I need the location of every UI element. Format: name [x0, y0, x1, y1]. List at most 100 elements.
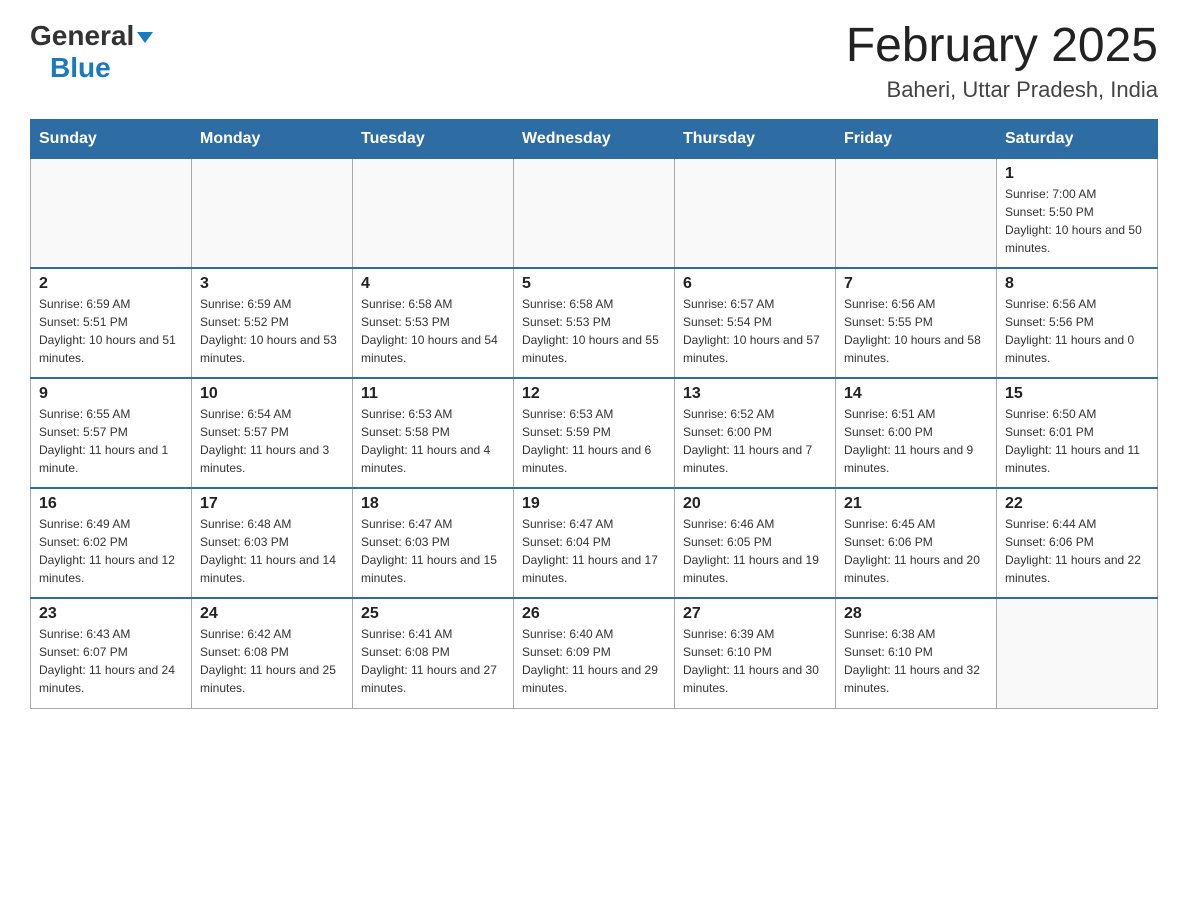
day-info: Sunrise: 6:49 AM Sunset: 6:02 PM Dayligh… [39, 515, 183, 587]
day-number: 20 [683, 495, 827, 513]
day-info: Sunrise: 6:39 AM Sunset: 6:10 PM Dayligh… [683, 625, 827, 697]
calendar-week-row: 9 Sunrise: 6:55 AM Sunset: 5:57 PM Daylig… [31, 378, 1158, 488]
table-row [353, 158, 514, 268]
day-number: 26 [522, 605, 666, 623]
day-number: 19 [522, 495, 666, 513]
table-row: 14 Sunrise: 6:51 AM Sunset: 6:00 PM Dayli… [836, 378, 997, 488]
day-info: Sunrise: 6:55 AM Sunset: 5:57 PM Dayligh… [39, 405, 183, 477]
table-row [192, 158, 353, 268]
day-info: Sunrise: 6:53 AM Sunset: 5:59 PM Dayligh… [522, 405, 666, 477]
day-number: 11 [361, 385, 505, 403]
day-info: Sunrise: 6:38 AM Sunset: 6:10 PM Dayligh… [844, 625, 988, 697]
table-row: 12 Sunrise: 6:53 AM Sunset: 5:59 PM Dayli… [514, 378, 675, 488]
col-friday: Friday [836, 119, 997, 158]
calendar-table: Sunday Monday Tuesday Wednesday Thursday… [30, 119, 1158, 709]
page-header: General Blue February 2025 Baheri, Uttar… [30, 20, 1158, 103]
table-row: 9 Sunrise: 6:55 AM Sunset: 5:57 PM Daylig… [31, 378, 192, 488]
table-row: 17 Sunrise: 6:48 AM Sunset: 6:03 PM Dayli… [192, 488, 353, 598]
title-section: February 2025 Baheri, Uttar Pradesh, Ind… [846, 20, 1158, 103]
col-thursday: Thursday [675, 119, 836, 158]
day-number: 16 [39, 495, 183, 513]
day-info: Sunrise: 6:45 AM Sunset: 6:06 PM Dayligh… [844, 515, 988, 587]
day-info: Sunrise: 7:00 AM Sunset: 5:50 PM Dayligh… [1005, 185, 1149, 257]
day-info: Sunrise: 6:50 AM Sunset: 6:01 PM Dayligh… [1005, 405, 1149, 477]
day-number: 2 [39, 275, 183, 293]
day-info: Sunrise: 6:53 AM Sunset: 5:58 PM Dayligh… [361, 405, 505, 477]
day-info: Sunrise: 6:48 AM Sunset: 6:03 PM Dayligh… [200, 515, 344, 587]
table-row: 24 Sunrise: 6:42 AM Sunset: 6:08 PM Dayli… [192, 598, 353, 708]
logo: General Blue [30, 20, 153, 84]
day-info: Sunrise: 6:47 AM Sunset: 6:04 PM Dayligh… [522, 515, 666, 587]
table-row: 3 Sunrise: 6:59 AM Sunset: 5:52 PM Daylig… [192, 268, 353, 378]
table-row: 22 Sunrise: 6:44 AM Sunset: 6:06 PM Dayli… [997, 488, 1158, 598]
table-row: 28 Sunrise: 6:38 AM Sunset: 6:10 PM Dayli… [836, 598, 997, 708]
day-info: Sunrise: 6:58 AM Sunset: 5:53 PM Dayligh… [361, 295, 505, 367]
day-number: 23 [39, 605, 183, 623]
calendar-week-row: 2Sunrise: 6:59 AM Sunset: 5:51 PM Daylig… [31, 268, 1158, 378]
day-number: 7 [844, 275, 988, 293]
day-number: 22 [1005, 495, 1149, 513]
day-number: 6 [683, 275, 827, 293]
day-number: 4 [361, 275, 505, 293]
table-row: 15 Sunrise: 6:50 AM Sunset: 6:01 PM Dayli… [997, 378, 1158, 488]
table-row [675, 158, 836, 268]
day-number: 18 [361, 495, 505, 513]
table-row: 18 Sunrise: 6:47 AM Sunset: 6:03 PM Dayli… [353, 488, 514, 598]
col-wednesday: Wednesday [514, 119, 675, 158]
calendar-header-row: Sunday Monday Tuesday Wednesday Thursday… [31, 119, 1158, 158]
day-number: 3 [200, 275, 344, 293]
calendar-week-row: 1Sunrise: 7:00 AM Sunset: 5:50 PM Daylig… [31, 158, 1158, 268]
day-info: Sunrise: 6:41 AM Sunset: 6:08 PM Dayligh… [361, 625, 505, 697]
day-number: 9 [39, 385, 183, 403]
day-number: 27 [683, 605, 827, 623]
day-number: 12 [522, 385, 666, 403]
table-row: 23 Sunrise: 6:43 AM Sunset: 6:07 PM Dayli… [31, 598, 192, 708]
table-row: 4 Sunrise: 6:58 AM Sunset: 5:53 PM Daylig… [353, 268, 514, 378]
day-info: Sunrise: 6:56 AM Sunset: 5:56 PM Dayligh… [1005, 295, 1149, 367]
table-row: 7 Sunrise: 6:56 AM Sunset: 5:55 PM Daylig… [836, 268, 997, 378]
day-info: Sunrise: 6:51 AM Sunset: 6:00 PM Dayligh… [844, 405, 988, 477]
day-number: 17 [200, 495, 344, 513]
day-info: Sunrise: 6:46 AM Sunset: 6:05 PM Dayligh… [683, 515, 827, 587]
day-info: Sunrise: 6:57 AM Sunset: 5:54 PM Dayligh… [683, 295, 827, 367]
table-row: 27 Sunrise: 6:39 AM Sunset: 6:10 PM Dayli… [675, 598, 836, 708]
day-info: Sunrise: 6:40 AM Sunset: 6:09 PM Dayligh… [522, 625, 666, 697]
table-row: 1Sunrise: 7:00 AM Sunset: 5:50 PM Daylig… [997, 158, 1158, 268]
day-number: 28 [844, 605, 988, 623]
table-row: 6 Sunrise: 6:57 AM Sunset: 5:54 PM Daylig… [675, 268, 836, 378]
logo-general-text: General [30, 20, 134, 52]
day-number: 21 [844, 495, 988, 513]
day-info: Sunrise: 6:47 AM Sunset: 6:03 PM Dayligh… [361, 515, 505, 587]
calendar-week-row: 23 Sunrise: 6:43 AM Sunset: 6:07 PM Dayli… [31, 598, 1158, 708]
table-row [31, 158, 192, 268]
day-number: 15 [1005, 385, 1149, 403]
day-info: Sunrise: 6:59 AM Sunset: 5:52 PM Dayligh… [200, 295, 344, 367]
col-monday: Monday [192, 119, 353, 158]
table-row [836, 158, 997, 268]
table-row: 21 Sunrise: 6:45 AM Sunset: 6:06 PM Dayli… [836, 488, 997, 598]
table-row: 19 Sunrise: 6:47 AM Sunset: 6:04 PM Dayli… [514, 488, 675, 598]
day-number: 10 [200, 385, 344, 403]
col-saturday: Saturday [997, 119, 1158, 158]
day-number: 24 [200, 605, 344, 623]
day-info: Sunrise: 6:56 AM Sunset: 5:55 PM Dayligh… [844, 295, 988, 367]
table-row [514, 158, 675, 268]
col-sunday: Sunday [31, 119, 192, 158]
day-info: Sunrise: 6:44 AM Sunset: 6:06 PM Dayligh… [1005, 515, 1149, 587]
logo-blue-text: Blue [50, 52, 111, 83]
day-info: Sunrise: 6:43 AM Sunset: 6:07 PM Dayligh… [39, 625, 183, 697]
table-row: 8Sunrise: 6:56 AM Sunset: 5:56 PM Daylig… [997, 268, 1158, 378]
table-row: 25 Sunrise: 6:41 AM Sunset: 6:08 PM Dayli… [353, 598, 514, 708]
table-row: 2Sunrise: 6:59 AM Sunset: 5:51 PM Daylig… [31, 268, 192, 378]
calendar-subtitle: Baheri, Uttar Pradesh, India [846, 77, 1158, 103]
day-number: 13 [683, 385, 827, 403]
day-info: Sunrise: 6:42 AM Sunset: 6:08 PM Dayligh… [200, 625, 344, 697]
table-row [997, 598, 1158, 708]
table-row: 5Sunrise: 6:58 AM Sunset: 5:53 PM Daylig… [514, 268, 675, 378]
table-row: 13Sunrise: 6:52 AM Sunset: 6:00 PM Dayli… [675, 378, 836, 488]
day-number: 14 [844, 385, 988, 403]
day-number: 25 [361, 605, 505, 623]
day-info: Sunrise: 6:54 AM Sunset: 5:57 PM Dayligh… [200, 405, 344, 477]
table-row: 11 Sunrise: 6:53 AM Sunset: 5:58 PM Dayli… [353, 378, 514, 488]
table-row: 26 Sunrise: 6:40 AM Sunset: 6:09 PM Dayli… [514, 598, 675, 708]
